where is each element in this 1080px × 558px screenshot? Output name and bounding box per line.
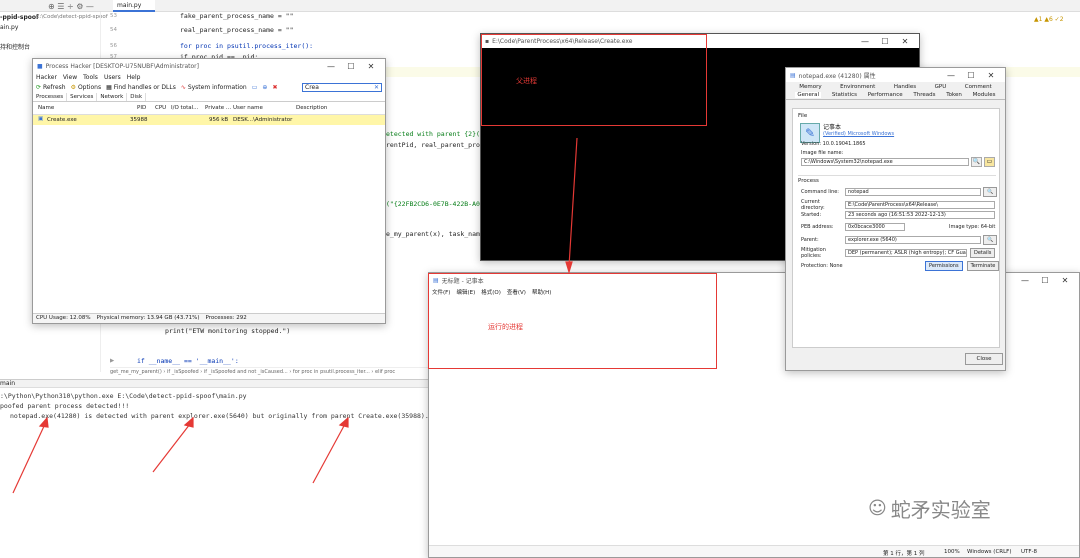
watermark: ☺ 蛇矛实验室 (868, 494, 991, 523)
arrowhead (183, 416, 194, 428)
wechat-icon: ☺ (868, 498, 887, 519)
arrowhead (338, 416, 349, 428)
watermark-text: 蛇矛实验室 (890, 498, 991, 522)
arrow-console-3 (312, 423, 346, 484)
arrow-parent-to-notepad (568, 137, 578, 267)
arrowhead (565, 261, 573, 275)
arrowhead (38, 416, 49, 428)
arrow-console-1 (12, 423, 46, 494)
annotation-arrows (12, 137, 578, 494)
arrow-console-2 (152, 423, 191, 473)
